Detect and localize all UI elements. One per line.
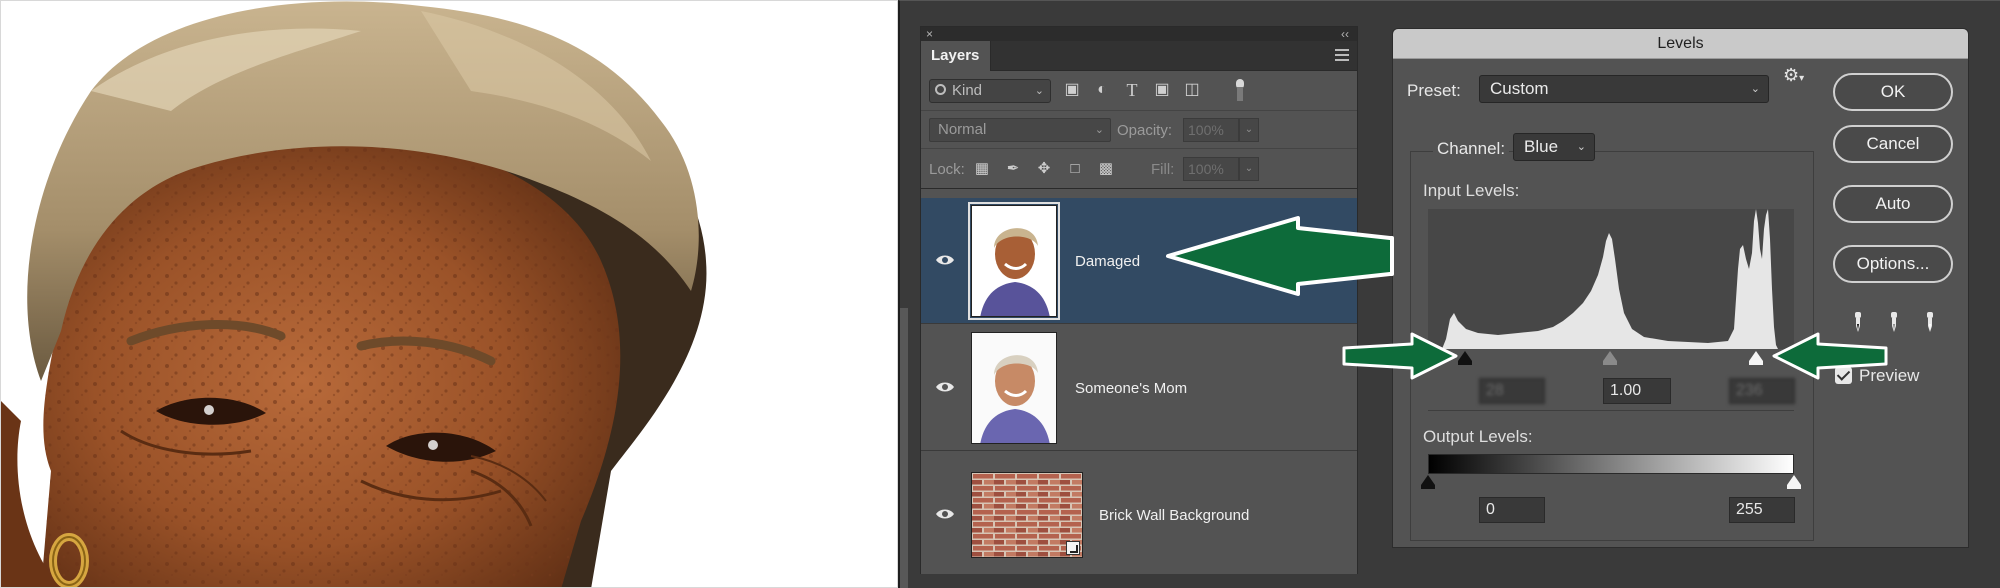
section-divider xyxy=(1428,410,1794,411)
layer-row-damaged[interactable]: Damaged xyxy=(921,198,1357,324)
layer-list: Damaged Someone's Mom Brick Wall Backgro… xyxy=(921,198,1357,574)
output-gradient xyxy=(1428,454,1794,474)
filter-row: Kind ⌄ ▣ ◐ T ▣ ◫ xyxy=(921,71,1357,111)
ok-button[interactable]: OK xyxy=(1833,73,1953,111)
filter-toggle-track xyxy=(1237,87,1243,101)
output-levels-label: Output Levels: xyxy=(1423,427,1533,446)
black-eyedropper-icon[interactable] xyxy=(1851,312,1865,334)
input-black-field[interactable]: 28 xyxy=(1479,378,1545,404)
opacity-field[interactable]: 100% xyxy=(1183,118,1239,142)
filter-kind-select[interactable]: Kind ⌄ xyxy=(929,79,1051,103)
preset-select[interactable]: Custom ⌄ xyxy=(1479,75,1769,103)
input-levels-label: Input Levels: xyxy=(1423,181,1520,200)
fill-label: Fill: xyxy=(1151,161,1175,178)
layer-row-brick-wall[interactable]: Brick Wall Background xyxy=(921,452,1357,578)
blend-mode-value: Normal xyxy=(938,121,987,138)
lock-label: Lock: xyxy=(929,161,965,178)
eye-icon[interactable] xyxy=(935,380,955,394)
lock-transparent-icon[interactable]: ▦ xyxy=(973,160,991,178)
shape-filter-icon[interactable]: ▣ xyxy=(1153,81,1171,99)
white-eyedropper-icon[interactable] xyxy=(1923,312,1937,334)
chevron-down-icon: ⌄ xyxy=(1034,85,1044,97)
lock-artboard-icon[interactable]: □ xyxy=(1066,160,1084,178)
input-white-field[interactable]: 236 xyxy=(1729,378,1795,404)
input-midtone-field[interactable]: 1.00 xyxy=(1603,378,1671,404)
opacity-dropdown[interactable]: ⌄ xyxy=(1239,118,1259,142)
eye-icon[interactable] xyxy=(935,507,955,521)
layer-thumbnail xyxy=(968,202,1060,320)
layer-thumbnail xyxy=(971,332,1057,444)
layer-name[interactable]: Brick Wall Background xyxy=(1099,507,1249,524)
histogram xyxy=(1428,209,1794,349)
channel-label: Channel: xyxy=(1433,139,1510,159)
portrait-photo xyxy=(1,1,897,587)
blend-row: Normal ⌄ Opacity: 100% ⌄ xyxy=(921,111,1357,149)
auto-button[interactable]: Auto xyxy=(1833,185,1953,223)
input-white-slider[interactable] xyxy=(1749,351,1763,365)
lock-all-icon[interactable]: ▩ xyxy=(1097,160,1115,178)
input-black-slider[interactable] xyxy=(1458,351,1472,365)
close-icon[interactable]: × xyxy=(926,27,933,41)
panel-scrollbar[interactable] xyxy=(900,308,908,588)
opacity-label: Opacity: xyxy=(1117,122,1173,139)
input-midtone-slider[interactable] xyxy=(1603,351,1617,365)
photo-canvas[interactable] xyxy=(0,0,898,588)
checkbox-icon[interactable] xyxy=(1835,367,1852,384)
lock-brush-icon[interactable]: ✒ xyxy=(1004,160,1022,178)
output-white-slider[interactable] xyxy=(1787,475,1801,489)
fill-dropdown[interactable]: ⌄ xyxy=(1239,157,1259,181)
dialog-title: Levels xyxy=(1393,29,1968,59)
smart-object-badge-icon xyxy=(1066,541,1080,555)
layers-panel: × ‹‹ Layers Kind ⌄ ▣ ◐ T ▣ ◫ Normal ⌄ Op… xyxy=(920,26,1358,574)
preset-label: Preset: xyxy=(1407,81,1461,100)
chevron-down-icon: ⌄ xyxy=(1750,83,1760,95)
tab-layers[interactable]: Layers xyxy=(921,41,991,71)
channel-select[interactable]: Blue ⌄ xyxy=(1513,133,1595,161)
lock-move-icon[interactable]: ✥ xyxy=(1035,160,1053,178)
output-white-field[interactable]: 255 xyxy=(1729,497,1795,523)
panel-topbar: × ‹‹ xyxy=(921,27,1357,41)
preset-value: Custom xyxy=(1490,79,1549,98)
output-black-field[interactable]: 0 xyxy=(1479,497,1545,523)
filter-kind-label: Kind xyxy=(952,82,983,99)
collapse-icon[interactable]: ‹‹ xyxy=(1341,27,1349,41)
eye-icon[interactable] xyxy=(935,253,955,267)
layer-row-someones-mom[interactable]: Someone's Mom xyxy=(921,325,1357,451)
cancel-button[interactable]: Cancel xyxy=(1833,125,1953,163)
gear-icon[interactable]: ⚙▾ xyxy=(1783,65,1804,86)
channel-value: Blue xyxy=(1524,137,1559,156)
blend-mode-select[interactable]: Normal ⌄ xyxy=(929,118,1111,142)
image-filter-icon[interactable]: ▣ xyxy=(1063,81,1081,99)
panel-menu-icon[interactable] xyxy=(1335,49,1349,61)
chevron-down-icon: ⌄ xyxy=(1094,124,1104,136)
layer-thumbnail xyxy=(971,472,1083,558)
gray-eyedropper-icon[interactable] xyxy=(1887,312,1901,334)
preview-label[interactable]: Preview xyxy=(1859,366,1919,386)
lock-row: Lock: ▦ ✒ ✥ □ ▩ Fill: 100% ⌄ xyxy=(921,149,1357,189)
fill-field[interactable]: 100% xyxy=(1183,157,1239,181)
layer-name[interactable]: Damaged xyxy=(1075,253,1140,270)
smart-object-filter-icon[interactable]: ◫ xyxy=(1183,81,1201,99)
layer-name[interactable]: Someone's Mom xyxy=(1075,380,1187,397)
output-black-slider[interactable] xyxy=(1421,475,1435,489)
chevron-down-icon: ⌄ xyxy=(1576,141,1586,153)
layers-tab-row: Layers xyxy=(921,41,1357,71)
search-icon xyxy=(935,84,946,95)
levels-dialog: Levels Preset: Custom ⌄ ⚙▾ Channel: Blue… xyxy=(1392,28,1969,548)
options-button[interactable]: Options... xyxy=(1833,245,1953,283)
adjustment-filter-icon[interactable]: ◐ xyxy=(1093,81,1111,99)
type-filter-icon[interactable]: T xyxy=(1123,81,1141,99)
